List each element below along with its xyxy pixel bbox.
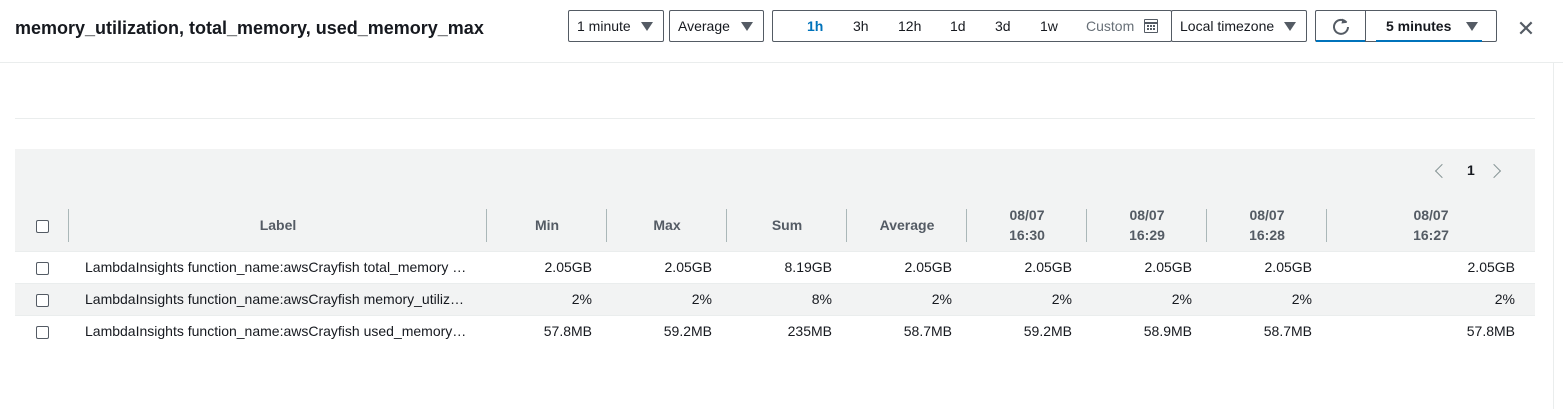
- cell-average: 2.05GB: [847, 250, 967, 283]
- column-header-time-3[interactable]: 08/07 16:28: [1207, 200, 1327, 251]
- cell-time-2: 2.05GB: [1087, 250, 1207, 283]
- caret-down-icon: [1466, 22, 1478, 31]
- cell-time-1: 2%: [967, 282, 1087, 315]
- metrics-table: Label Min Max Sum Average 08/07 16:30 08/…: [15, 200, 1535, 347]
- caret-down-icon: [641, 22, 653, 31]
- scrollbar[interactable]: [1553, 63, 1554, 409]
- refresh-button[interactable]: [1315, 10, 1366, 42]
- cell-sum: 8.19GB: [727, 250, 847, 283]
- close-icon[interactable]: ✕: [1516, 18, 1536, 40]
- cell-min: 57.8MB: [487, 314, 607, 347]
- pagination-current-page[interactable]: 1: [1467, 162, 1475, 178]
- cell-time-1: 2.05GB: [967, 250, 1087, 283]
- column-header-time-4[interactable]: 08/07 16:27: [1327, 200, 1535, 251]
- cell-sum: 235MB: [727, 314, 847, 347]
- select-all-cell: [15, 200, 69, 251]
- cell-max: 59.2MB: [607, 314, 727, 347]
- cell-time-3: 2%: [1207, 282, 1327, 315]
- cell-time-2: 2%: [1087, 282, 1207, 315]
- column-header-time-1[interactable]: 08/07 16:30: [967, 200, 1087, 251]
- refresh-interval-select[interactable]: 5 minutes: [1365, 10, 1497, 42]
- row-checkbox[interactable]: [35, 293, 49, 307]
- cell-sum: 8%: [727, 282, 847, 315]
- table-row[interactable]: LambdaInsights function_name:awsCrayfish…: [15, 282, 1535, 315]
- cell-time-3: 2.05GB: [1207, 250, 1327, 283]
- cell-min: 2.05GB: [487, 250, 607, 283]
- cell-time-3: 58.7MB: [1207, 314, 1327, 347]
- cell-average: 2%: [847, 282, 967, 315]
- cell-max: 2.05GB: [607, 250, 727, 283]
- column-header-time-2[interactable]: 08/07 16:29: [1087, 200, 1207, 251]
- page-title: memory_utilization, total_memory, used_m…: [15, 18, 484, 38]
- cell-time-4: 57.8MB: [1327, 314, 1535, 347]
- time-range-3d[interactable]: 3d: [995, 18, 1011, 34]
- refresh-underline: [1316, 40, 1365, 42]
- time-range-1w[interactable]: 1w: [1040, 18, 1058, 34]
- calendar-icon[interactable]: [1144, 19, 1158, 33]
- row-label: LambdaInsights function_name:awsCrayfish…: [69, 282, 487, 315]
- cell-max: 2%: [607, 282, 727, 315]
- table-header-row: Label Min Max Sum Average 08/07 16:30 08/…: [15, 200, 1535, 251]
- cell-time-2: 58.9MB: [1087, 314, 1207, 347]
- statistic-select-value: Average: [678, 18, 730, 34]
- time-range-1h[interactable]: 1h: [807, 18, 823, 34]
- period-select-value: 1 minute: [577, 18, 631, 34]
- cell-min: 2%: [487, 282, 607, 315]
- caret-down-icon: [741, 22, 753, 31]
- column-header-min[interactable]: Min: [487, 200, 607, 251]
- caret-down-icon: [1284, 22, 1296, 31]
- period-select[interactable]: 1 minute: [568, 10, 664, 42]
- chevron-left-icon[interactable]: [1434, 163, 1450, 179]
- cell-time-1: 59.2MB: [967, 314, 1087, 347]
- timezone-select-value: Local timezone: [1180, 18, 1275, 34]
- timezone-select[interactable]: Local timezone: [1171, 10, 1307, 42]
- time-range-1d[interactable]: 1d: [950, 18, 966, 34]
- column-header-average[interactable]: Average: [847, 200, 967, 251]
- table-row[interactable]: LambdaInsights function_name:awsCrayfish…: [15, 314, 1535, 347]
- cell-time-4: 2.05GB: [1327, 250, 1535, 283]
- time-range-custom[interactable]: Custom: [1086, 18, 1134, 34]
- refresh-interval-value: 5 minutes: [1386, 18, 1452, 34]
- select-all-checkbox[interactable]: [35, 220, 49, 234]
- statistic-select[interactable]: Average: [669, 10, 764, 42]
- time-range-3h[interactable]: 3h: [853, 18, 869, 34]
- chevron-right-icon[interactable]: [1486, 163, 1502, 179]
- interval-underline: [1376, 40, 1482, 42]
- row-checkbox[interactable]: [35, 326, 49, 340]
- column-header-max[interactable]: Max: [607, 200, 727, 251]
- table-row[interactable]: LambdaInsights function_name:awsCrayfish…: [15, 250, 1535, 283]
- time-range-12h[interactable]: 12h: [898, 18, 921, 34]
- row-checkbox[interactable]: [35, 261, 49, 275]
- time-range-selector: 1h 3h 12h 1d 3d 1w Custom: [772, 10, 1172, 42]
- row-label: LambdaInsights function_name:awsCrayfish…: [69, 250, 487, 283]
- column-header-label[interactable]: Label: [69, 200, 487, 251]
- section-divider: [15, 118, 1535, 119]
- cell-average: 58.7MB: [847, 314, 967, 347]
- refresh-icon: [1333, 18, 1349, 35]
- table-toolbar: 1: [15, 149, 1535, 200]
- column-header-sum[interactable]: Sum: [727, 200, 847, 251]
- header-bar: memory_utilization, total_memory, used_m…: [0, 0, 1563, 63]
- cell-time-4: 2%: [1327, 282, 1535, 315]
- row-label: LambdaInsights function_name:awsCrayfish…: [69, 314, 487, 347]
